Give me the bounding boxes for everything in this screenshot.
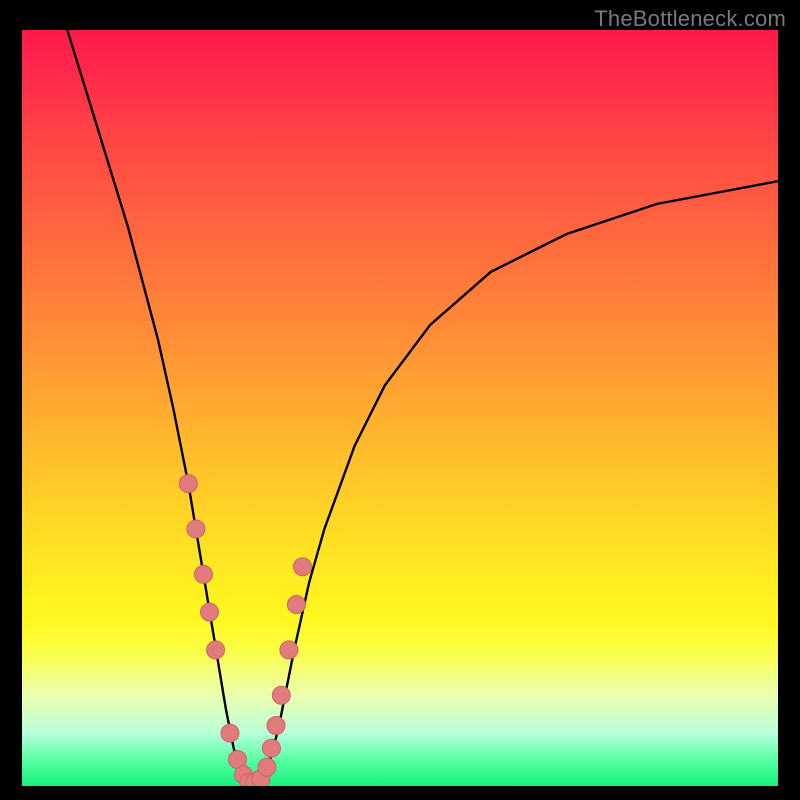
- marker-dot: [262, 739, 280, 757]
- marker-dot: [179, 475, 197, 493]
- marker-dot: [194, 565, 212, 583]
- bottleneck-curve: [67, 30, 778, 782]
- marker-dot: [207, 641, 225, 659]
- marker-dot: [258, 758, 276, 776]
- marker-group: [179, 475, 311, 786]
- marker-dot: [267, 717, 285, 735]
- chart-stage: TheBottleneck.com: [0, 0, 800, 800]
- marker-dot: [293, 558, 311, 576]
- marker-dot: [280, 641, 298, 659]
- marker-dot: [187, 520, 205, 538]
- plot-svg: [22, 30, 778, 786]
- marker-dot: [272, 686, 290, 704]
- watermark-text: TheBottleneck.com: [594, 6, 786, 32]
- marker-dot: [287, 596, 305, 614]
- plot-area: [22, 30, 778, 786]
- marker-dot: [221, 724, 239, 742]
- marker-dot: [200, 603, 218, 621]
